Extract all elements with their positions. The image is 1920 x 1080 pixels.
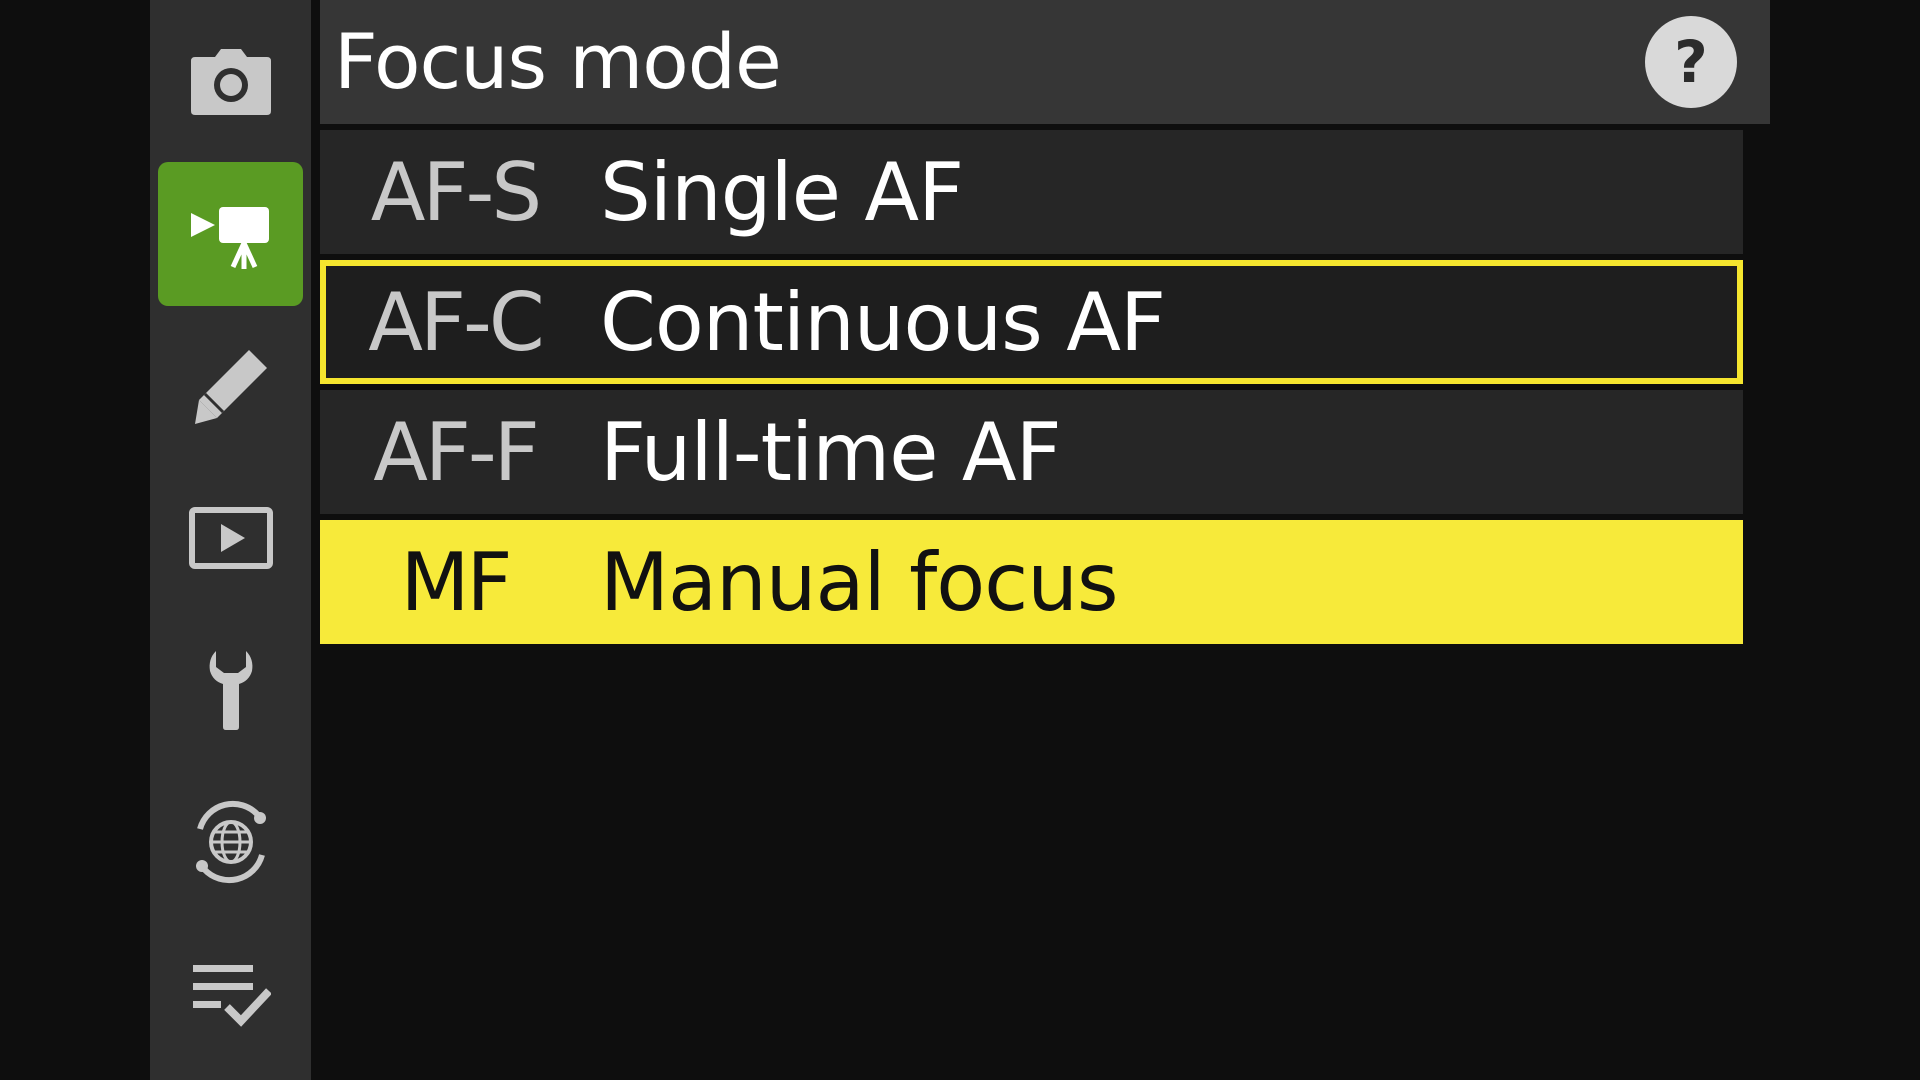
sidebar-item-network[interactable] [158,770,303,914]
option-code: AF-S [370,145,542,239]
my-menu-icon [191,961,271,1027]
sidebar-item-video-recording[interactable] [158,162,303,306]
option-af-f[interactable]: AF-F Full-time AF [320,390,1743,514]
help-icon: ? [1674,28,1708,96]
playback-icon [188,507,273,569]
option-af-s[interactable]: AF-S Single AF [320,130,1743,254]
photo-shooting-icon [189,47,273,117]
wrench-icon [206,649,256,731]
option-label: Full-time AF [600,405,1062,499]
focus-mode-options: AF-S Single AF AF-C Continuous AF AF-F F… [320,130,1743,650]
option-label: Manual focus [600,535,1119,629]
sidebar-item-my-menu[interactable] [158,922,303,1066]
video-recording-icon [189,197,273,271]
help-button[interactable]: ? [1645,16,1737,108]
option-code: AF-C [368,275,544,369]
option-code: MF [400,535,512,629]
pencil-icon [191,346,271,426]
option-label: Single AF [600,145,964,239]
option-label: Continuous AF [600,275,1166,369]
menu-sidebar [150,0,311,1080]
option-mf[interactable]: MF Manual focus [320,520,1743,644]
page-title: Focus mode [334,17,782,106]
option-code: AF-F [373,405,540,499]
network-icon [188,799,274,885]
sidebar-item-playback[interactable] [158,466,303,610]
sidebar-item-setup[interactable] [158,618,303,762]
option-af-c[interactable]: AF-C Continuous AF [320,260,1743,384]
sidebar-item-photo-shooting[interactable] [158,10,303,154]
camera-menu-screen: Focus mode ? AF-S Single AF AF-C Continu… [0,0,1920,1080]
sidebar-item-retouch[interactable] [158,314,303,458]
title-bar: Focus mode ? [320,0,1770,124]
